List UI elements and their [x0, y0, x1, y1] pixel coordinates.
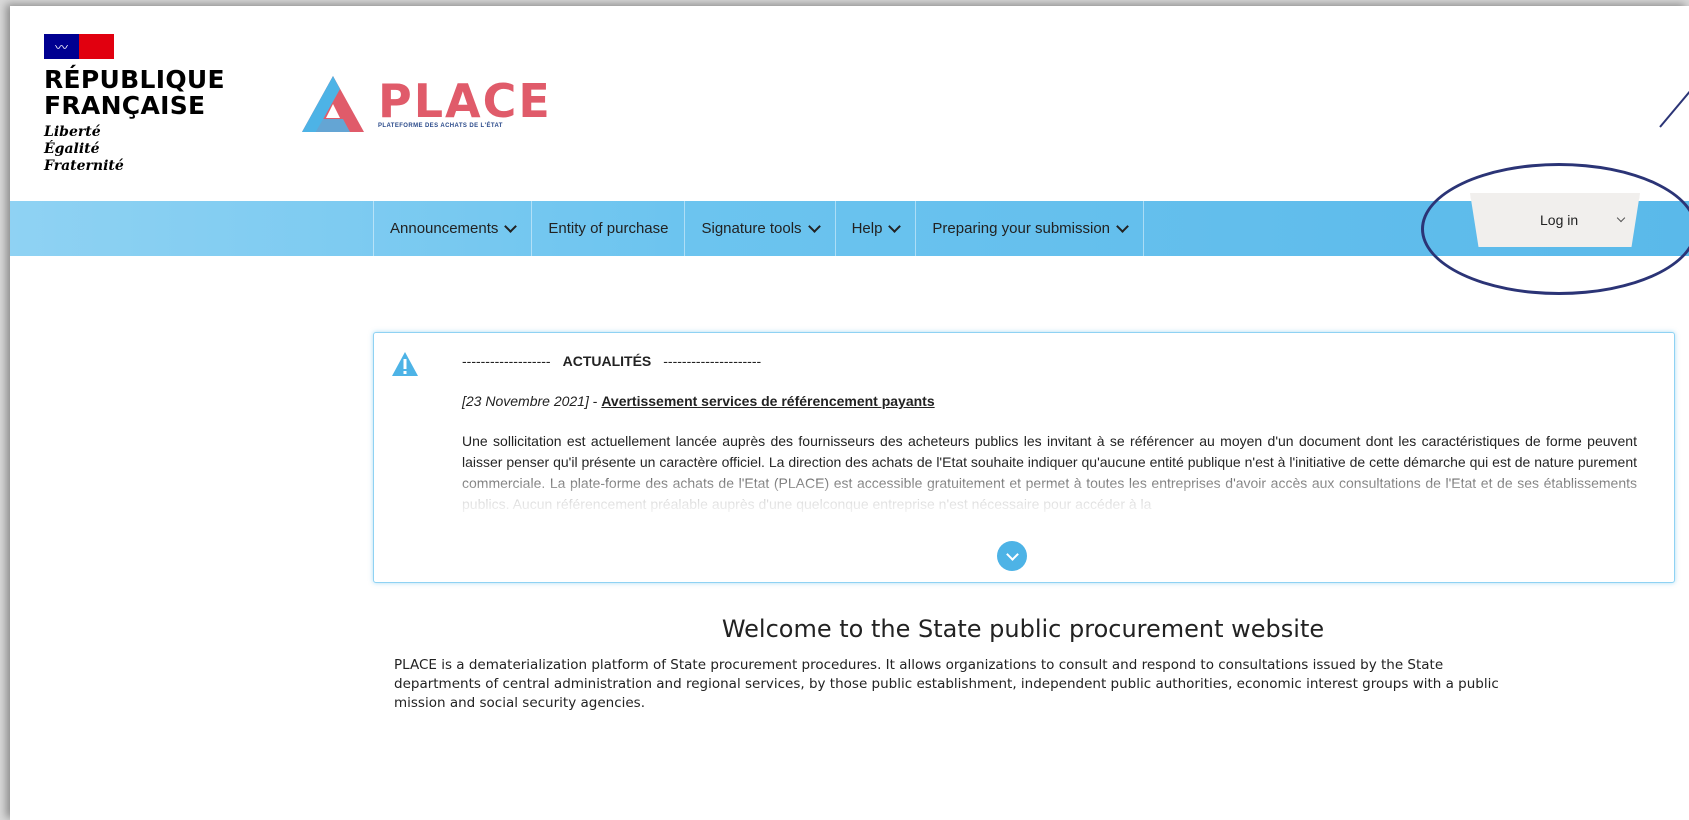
place-wordmark: PLACE [378, 74, 552, 128]
browser-page: 〰 RÉPUBLIQUE FRANÇAISE Liberté Égalité F… [10, 6, 1689, 820]
welcome-title: Welcome to the State public procurement … [721, 615, 1325, 643]
chevron-down-icon [504, 219, 518, 233]
expand-news-button[interactable] [997, 541, 1027, 571]
nav-entity-label: Entity of purchase [548, 220, 669, 237]
news-item-header: [23 Novembre 2021] - Avertissement servi… [462, 393, 935, 409]
nav-announcements-label: Announcements [390, 220, 499, 237]
french-flag-icon: 〰 [44, 34, 114, 59]
chevron-down-icon [888, 219, 902, 233]
nav-help[interactable]: Help [834, 201, 916, 256]
motto-liberte: Liberté [44, 124, 101, 140]
republique-line-2: FRANÇAISE [44, 91, 206, 120]
chevron-down-icon [1116, 219, 1129, 233]
nav-announcements[interactable]: Announcements [373, 201, 531, 256]
nav-menu: Announcements Entity of purchase Signatu… [373, 201, 1145, 256]
nav-help-label: Help [851, 220, 883, 237]
nav-entity-of-purchase[interactable]: Entity of purchase [531, 201, 684, 256]
site-header: 〰 RÉPUBLIQUE FRANÇAISE Liberté Égalité F… [10, 6, 1689, 201]
news-heading: ------------------- ACTUALITÉS -----------… [462, 353, 761, 369]
republique-line-1: RÉPUBLIQUE [44, 65, 225, 94]
annotation-circle [1421, 163, 1689, 295]
news-separator: - [588, 393, 602, 409]
chevron-down-icon [1005, 547, 1019, 561]
nav-signature-label: Signature tools [701, 220, 802, 237]
warning-icon [392, 352, 418, 376]
motto-fraternite: Fraternité [44, 158, 124, 174]
nav-preparing-submission[interactable]: Preparing your submission [915, 201, 1145, 256]
chevron-down-icon [807, 219, 821, 233]
intro-paragraph: PLACE is a dematerialization platform of… [394, 657, 1499, 711]
news-dashes-right: --------------------- [663, 353, 762, 369]
republique-francaise-logo[interactable]: 〰 RÉPUBLIQUE FRANÇAISE Liberté Égalité F… [44, 34, 225, 175]
news-fade-overlay [374, 463, 1674, 533]
nav-preparing-label: Preparing your submission [932, 220, 1111, 237]
place-logo[interactable]: PLACE PLATEFORME DES ACHATS DE L'ÉTAT [300, 74, 552, 134]
news-heading-text: ACTUALITÉS [562, 353, 652, 369]
news-link[interactable]: Avertissement services de référencement … [601, 393, 934, 409]
place-triangle-icon [302, 76, 364, 132]
news-date: [23 Novembre 2021] [462, 393, 589, 409]
republique-title: RÉPUBLIQUE FRANÇAISE [44, 67, 225, 119]
news-dashes-left: ------------------- [462, 353, 551, 369]
nav-signature-tools[interactable]: Signature tools [684, 201, 834, 256]
motto-egalite: Égalité [44, 141, 100, 157]
republique-motto: Liberté Égalité Fraternité [44, 124, 225, 175]
news-panel: ------------------- ACTUALITÉS -----------… [373, 332, 1675, 583]
